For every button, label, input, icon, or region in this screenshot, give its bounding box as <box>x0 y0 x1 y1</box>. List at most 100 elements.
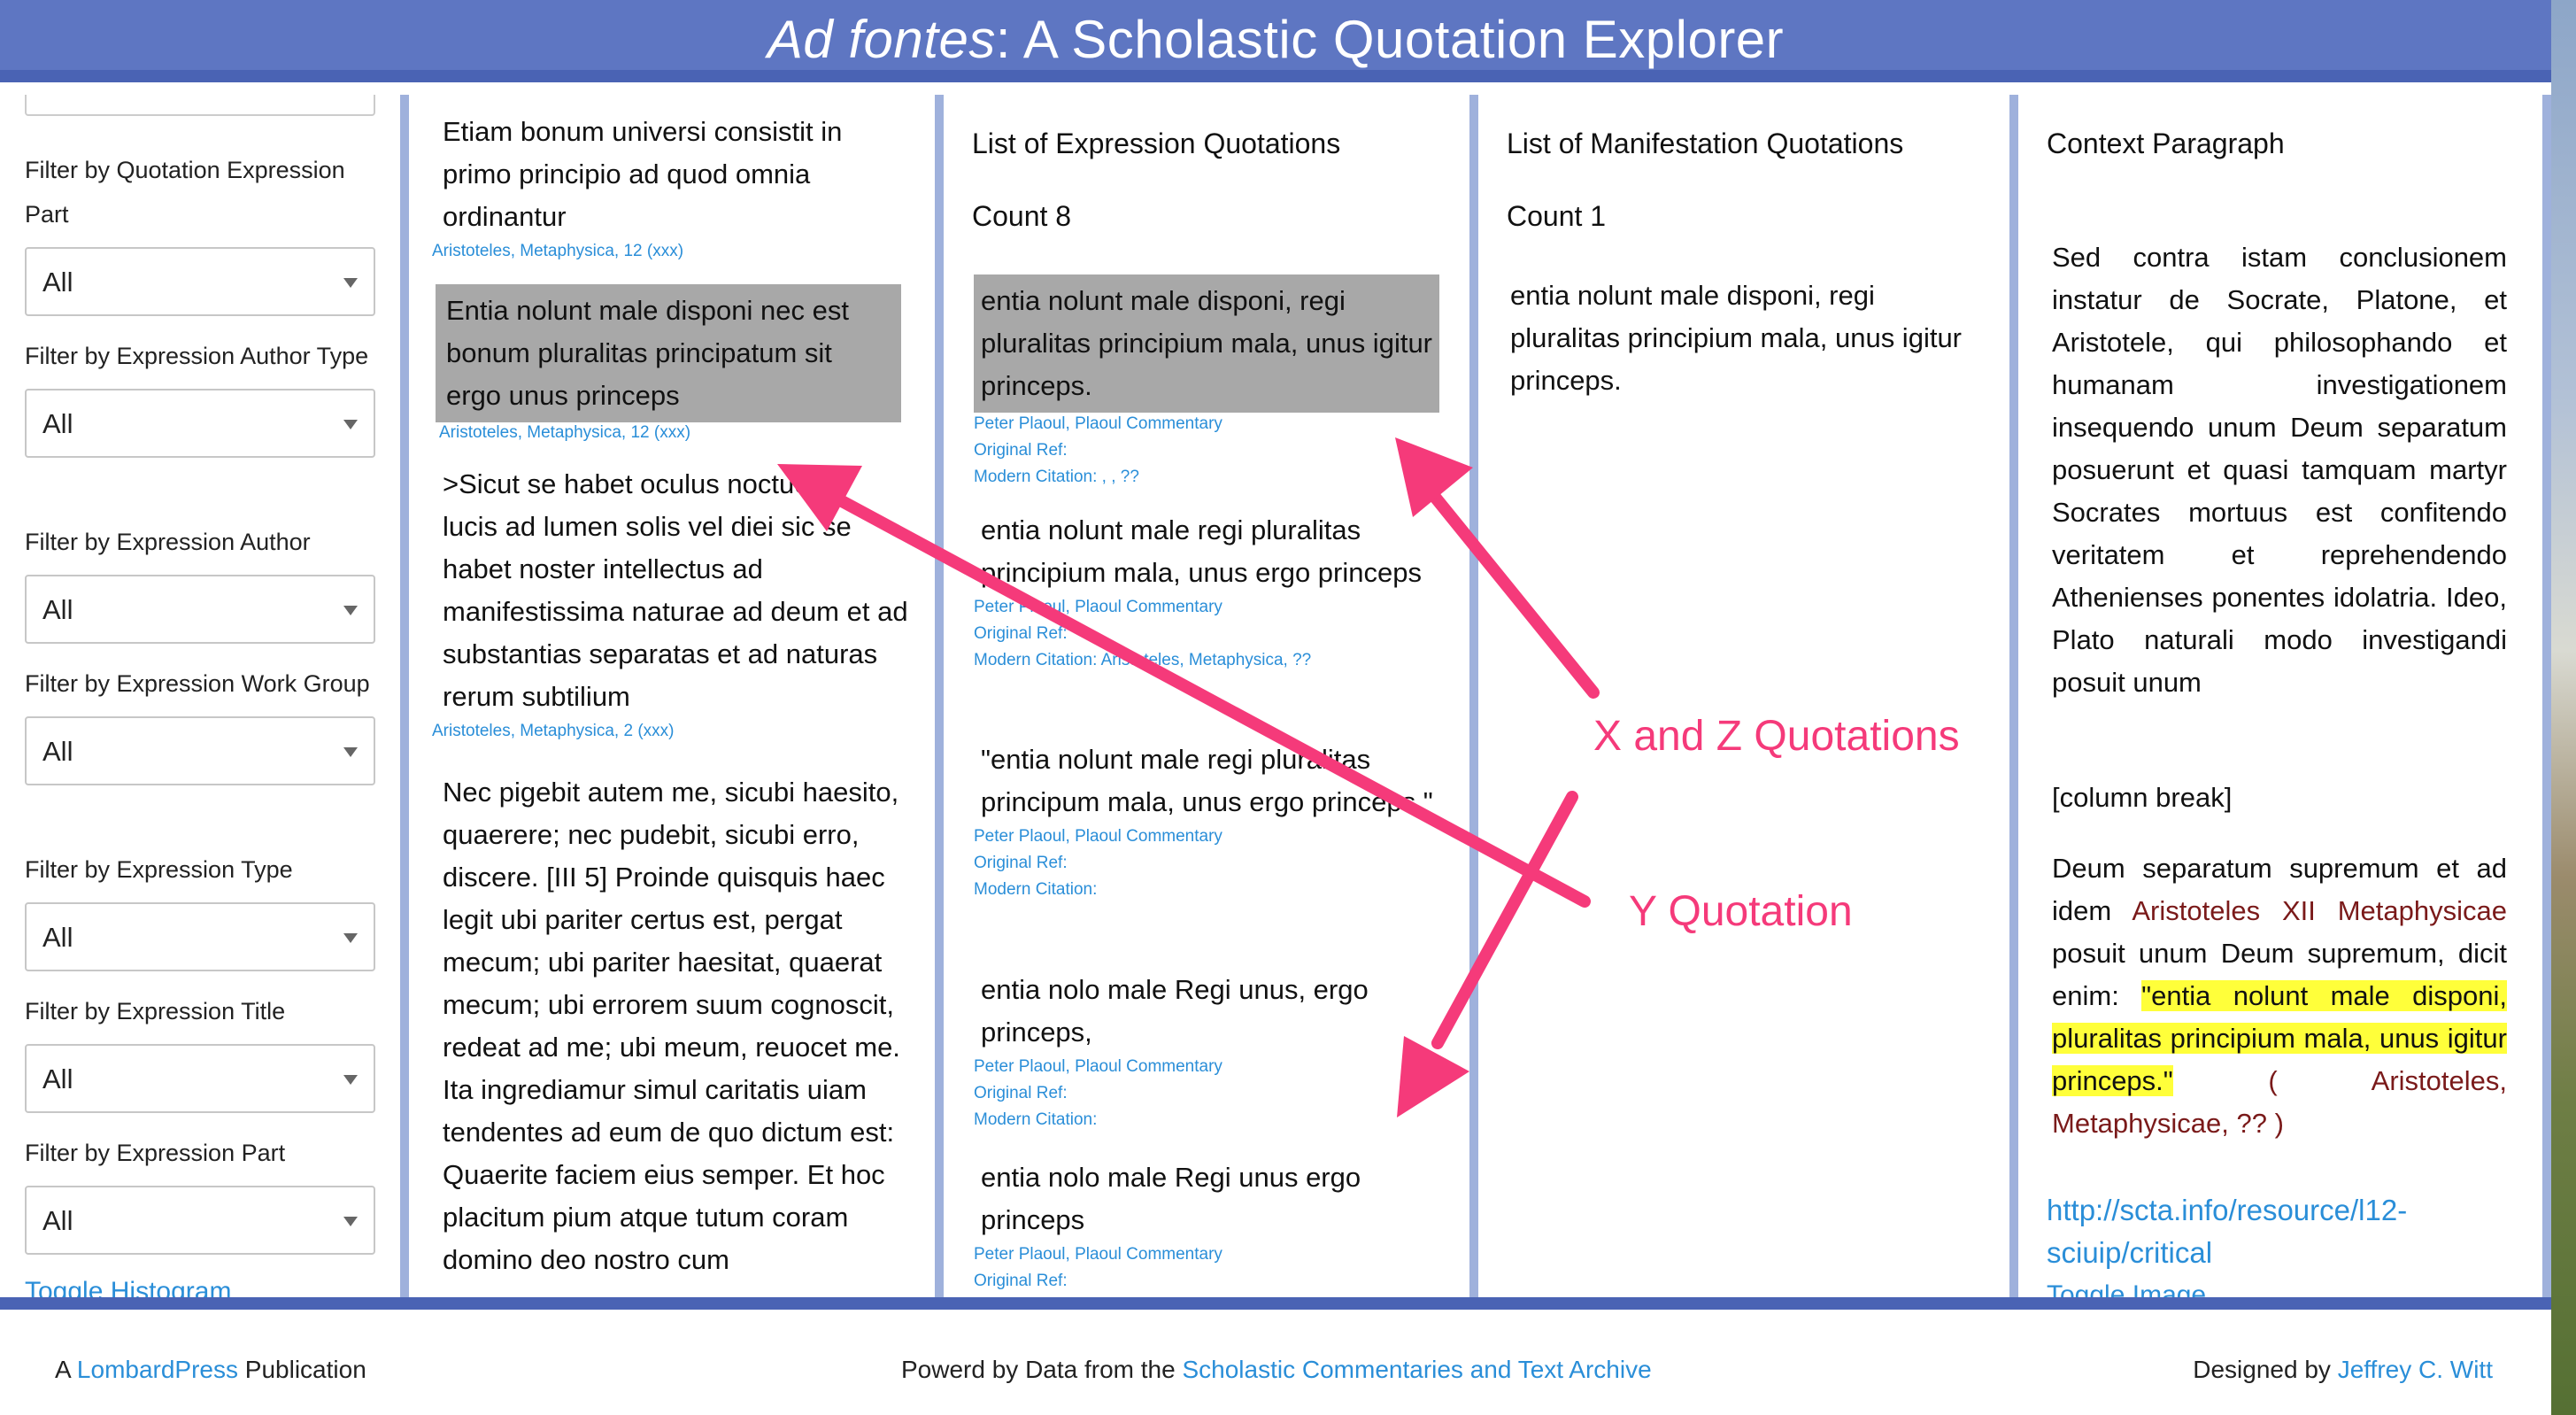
title-rest: : A Scholastic Quotation Explorer <box>995 10 1785 69</box>
designer-link[interactable]: Jeffrey C. Witt <box>2338 1356 2493 1383</box>
filter-label: Filter by Expression Author <box>25 529 311 555</box>
resource-link[interactable]: http://scta.info/resource/l12-sciuip/cri… <box>2047 1189 2525 1274</box>
list-item[interactable]: >Sicut se habet oculus noctue ad lucis a… <box>432 463 908 745</box>
list-item[interactable]: Nec pigebit autem me, sicubi haesito, qu… <box>439 771 908 1281</box>
filter-expression-title: Filter by Expression Title All <box>25 989 379 1113</box>
scta-link[interactable]: Scholastic Commentaries and Text Archive <box>1182 1356 1651 1383</box>
filter-select-expression-title[interactable]: All <box>25 1044 375 1113</box>
panel-heading: List of Expression Quotations <box>972 128 1341 159</box>
quotation-text: entia nolo male Regi unus, ergo princeps… <box>981 974 1369 1048</box>
footer-publisher: A LombardPress Publication <box>55 1356 366 1384</box>
title-italic: Ad fontes <box>767 10 996 69</box>
author-link[interactable]: Peter Plaoul, Plaoul Commentary <box>974 411 1439 437</box>
panel-heading: List of Manifestation Quotations <box>1507 128 1904 159</box>
filter-label: Filter by Expression Part <box>25 1140 286 1166</box>
search-input[interactable] <box>25 95 375 116</box>
toggle-image-link[interactable]: Toggle Image <box>2047 1274 2206 1297</box>
lombardpress-link[interactable]: LombardPress <box>77 1356 238 1383</box>
modern-citation: Modern Citation: , , ?? <box>974 468 1139 486</box>
select-value: All <box>42 267 73 298</box>
quotation-text: "entia nolunt male regi pluralitas princ… <box>981 744 1433 817</box>
footer-text: A <box>55 1356 77 1383</box>
author-link[interactable]: Peter Plaoul, Plaoul Commentary <box>974 1241 1439 1268</box>
context-paragraph: Sed contra istam conclusionem instatur d… <box>2052 242 2507 698</box>
footer: A LombardPress Publication Powerd by Dat… <box>0 1297 2551 1415</box>
footer-data-source: Powerd by Data from the Scholastic Comme… <box>901 1356 1652 1384</box>
annotation-label-y: Y Quotation <box>1629 888 1853 935</box>
main-area: Filter by Quotation Expression Part All … <box>0 95 2551 1297</box>
filter-expression-author: Filter by Expression Author All <box>25 520 379 644</box>
toggle-histogram-link[interactable]: Toggle Histogram <box>25 1277 231 1297</box>
footer-text: Publication <box>238 1356 366 1383</box>
quotation-text: Entia nolunt male disponi nec est bonum … <box>446 295 849 411</box>
quotation-text: entia nolo male Regi unus ergo princeps <box>981 1162 1361 1235</box>
filter-expression-type: Filter by Expression Type All <box>25 847 379 971</box>
quotation-text: Nec pigebit autem me, sicubi haesito, qu… <box>443 777 900 1275</box>
quotation-citation[interactable]: Aristoteles, Metaphysica, 12 (xxx) <box>432 238 908 265</box>
quotation-text: entia nolunt male disponi, regi pluralit… <box>981 285 1433 401</box>
expression-quotations-panel: List of Expression Quotations Count 8 en… <box>944 95 1469 1297</box>
modern-citation: Modern Citation: <box>974 1110 1098 1129</box>
reference-link[interactable]: Aristoteles XII Metaphysicae <box>2132 895 2507 926</box>
footer-text: Powerd by Data from the <box>901 1356 1183 1383</box>
select-value: All <box>42 1063 73 1094</box>
count-label: Count 1 <box>1507 200 1607 232</box>
filter-label: Filter by Expression Title <box>25 998 286 1025</box>
context-paragraph: Deum separatum supremum et ad idem Arist… <box>2052 847 2507 1145</box>
select-value: All <box>42 594 73 625</box>
chevron-down-icon <box>343 1075 358 1085</box>
app-header: Ad fontes: A Scholastic Quotation Explor… <box>0 0 2551 82</box>
chevron-down-icon <box>343 420 358 429</box>
footer-text: Designed by <box>2193 1356 2338 1383</box>
chevron-down-icon <box>343 933 358 943</box>
original-ref: Original Ref: <box>974 624 1068 643</box>
filter-expression-part: Filter by Expression Part All <box>25 1131 379 1255</box>
select-value: All <box>42 736 73 767</box>
author-link[interactable]: Peter Plaoul, Plaoul Commentary <box>974 823 1439 850</box>
context-panel: Context Paragraph Sed contra istam concl… <box>2018 95 2542 1297</box>
footer-designer: Designed by Jeffrey C. Witt <box>2193 1356 2493 1384</box>
original-ref: Original Ref: <box>974 441 1068 460</box>
filter-select-expression-part[interactable]: All <box>25 1186 375 1255</box>
modern-citation: Modern Citation: <box>974 880 1098 899</box>
expression-meta: Peter Plaoul, Plaoul Commentary Original… <box>974 411 1439 491</box>
filter-expression-work-group: Filter by Expression Work Group All <box>25 661 379 785</box>
list-item[interactable]: entia nolunt male regi pluralitas princi… <box>974 509 1439 674</box>
list-item-selected[interactable]: entia nolunt male disponi, regi pluralit… <box>974 274 1439 413</box>
quotation-citation[interactable]: Aristoteles, Metaphysica, 12 (xxx) <box>439 421 690 445</box>
filter-select-quotation-expression-part[interactable]: All <box>25 247 375 316</box>
list-item[interactable]: entia nolunt male disponi, regi pluralit… <box>1510 274 1971 402</box>
filter-panel[interactable]: Filter by Quotation Expression Part All … <box>0 95 400 1297</box>
column-break: [column break] <box>2052 782 2233 813</box>
author-link[interactable]: Peter Plaoul, Plaoul Commentary <box>974 594 1439 621</box>
author-link[interactable]: Peter Plaoul, Plaoul Commentary <box>974 1054 1439 1080</box>
list-item-selected[interactable]: Entia nolunt male disponi nec est bonum … <box>436 284 901 422</box>
list-item[interactable]: Etiam bonum universi consistit in primo … <box>432 111 908 265</box>
desktop-background <box>2551 0 2576 1415</box>
select-value: All <box>42 408 73 439</box>
list-item[interactable]: "entia nolunt male regi pluralitas princ… <box>974 738 1439 903</box>
filter-label: Filter by Quotation Expression Part <box>25 157 345 228</box>
filter-select-expression-type[interactable]: All <box>25 902 375 971</box>
page-title: Ad fontes: A Scholastic Quotation Explor… <box>0 0 2551 80</box>
filter-select-expression-work-group[interactable]: All <box>25 716 375 785</box>
list-item[interactable]: entia nolo male Regi unus, ergo princeps… <box>974 969 1439 1133</box>
quotation-text: entia nolunt male regi pluralitas princi… <box>981 514 1422 588</box>
chevron-down-icon <box>343 278 358 288</box>
original-ref: Original Ref: <box>974 1084 1068 1102</box>
quotation-list-panel: Etiam bonum universi consistit in primo … <box>409 95 935 1297</box>
filter-select-expression-author-type[interactable]: All <box>25 389 375 458</box>
panel-heading: Context Paragraph <box>2047 128 2285 159</box>
select-value: All <box>42 922 73 953</box>
filter-quotation-expression-part: Filter by Quotation Expression Part All <box>25 148 379 316</box>
chevron-down-icon <box>343 606 358 615</box>
filter-expression-author-type: Filter by Expression Author Type All <box>25 334 379 458</box>
manifestation-quotations-panel: List of Manifestation Quotations Count 1… <box>1478 95 2009 1297</box>
list-item[interactable]: entia nolo male Regi unus ergo princeps … <box>974 1156 1439 1295</box>
filter-select-expression-author[interactable]: All <box>25 575 375 644</box>
quotation-text: Etiam bonum universi consistit in primo … <box>443 116 843 232</box>
annotation-label-xz: X and Z Quotations <box>1593 713 1960 760</box>
chevron-down-icon <box>343 747 358 757</box>
filter-label: Filter by Expression Work Group <box>25 670 370 697</box>
quotation-citation[interactable]: Aristoteles, Metaphysica, 2 (xxx) <box>432 718 908 745</box>
